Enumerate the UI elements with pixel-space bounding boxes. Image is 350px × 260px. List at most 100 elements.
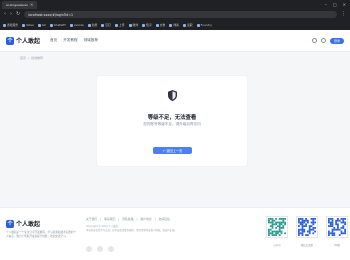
- bookmark-label: 上传: [118, 23, 125, 27]
- footer-link[interactable]: 隐私政策: [122, 217, 133, 221]
- bookmark-favicon-icon: [182, 23, 186, 27]
- nav-item-tutorials[interactable]: 开发教程: [63, 38, 77, 43]
- bookmark-item[interactable]: 博客: [169, 23, 179, 27]
- bookmark-favicon-icon: [196, 23, 200, 27]
- qq-icon[interactable]: [97, 246, 103, 252]
- qr-code-2: 微信交流群: [296, 216, 318, 247]
- tab-close-icon[interactable]: ×: [30, 2, 33, 7]
- main-nav: 首页 开发教程 领域推荐: [50, 38, 98, 43]
- minimize-icon[interactable]: –: [325, 2, 327, 7]
- bookmark-favicon-icon: [142, 23, 146, 27]
- qr-code-image: [296, 216, 318, 238]
- tab-title: ai.xinguaixuan: [6, 2, 29, 7]
- header-actions: 登录: [311, 37, 344, 44]
- login-button[interactable]: 登录: [329, 37, 344, 44]
- bookmark-favicon-icon: [22, 23, 26, 27]
- bookmark-item[interactable]: ChatGPT: [49, 23, 66, 27]
- nav-item-recommend[interactable]: 领域推荐: [84, 38, 98, 43]
- bookmark-item[interactable]: Gitea: [22, 23, 34, 27]
- window-controls: – □ ×: [325, 2, 350, 7]
- bookmark-favicon-icon: [169, 23, 173, 27]
- footer-link-separator: |: [136, 217, 138, 221]
- bookmark-label: 微博: [132, 23, 139, 27]
- browser-tab[interactable]: ai.xinguaixuan ×: [2, 0, 38, 9]
- bookmark-item[interactable]: Foundry: [196, 23, 212, 27]
- bookmark-label: Foundry: [200, 23, 212, 27]
- bookmark-label: ChatGPT: [53, 23, 66, 27]
- wechat-icon[interactable]: [86, 246, 92, 252]
- bookmark-item[interactable]: 新增: [87, 23, 98, 27]
- forward-icon[interactable]: ›: [10, 12, 12, 17]
- bookmark-label: 游戏服务: [7, 23, 19, 27]
- footer-social: [86, 246, 114, 252]
- bookmark-favicon-icon: [155, 23, 159, 27]
- browser-chrome: ai.xinguaixuan × – □ × ‹ › ↻ localhost:x…: [0, 0, 350, 30]
- footer-link-separator: |: [154, 217, 156, 221]
- qr-code-image: [326, 216, 348, 238]
- bookmark-favicon-icon: [87, 23, 91, 27]
- bookmark-favicon-icon: [37, 23, 41, 27]
- qr-code-image: [266, 216, 288, 238]
- tab-bar: ai.xinguaixuan × – □ ×: [0, 0, 350, 9]
- menu-icon[interactable]: ⋮: [341, 12, 346, 17]
- close-window-icon[interactable]: ×: [343, 2, 346, 7]
- bookmark-label: 博客: [173, 23, 179, 27]
- theme-icon[interactable]: [320, 38, 326, 43]
- breadcrumb-separator: /: [28, 56, 30, 60]
- bookmark-label: Git: [41, 23, 46, 27]
- bookmark-label: vscode: [73, 23, 84, 27]
- footer-copyright: Copyright © 2024 个人敢起 本站内容仅供学习交流，如有侵权请联系…: [86, 225, 236, 232]
- shield-lock-icon: [168, 90, 177, 101]
- url-field[interactable]: localhost:xxxx/#/login?id=1: [24, 11, 337, 18]
- breadcrumb-home[interactable]: 首页: [20, 56, 26, 60]
- bookmark-item[interactable]: 微博: [128, 23, 139, 27]
- footer-description: 个人敢起是一个专注分享开发教程、学习资源和技术实践的个人站点，致力于帮助开发者提…: [6, 231, 77, 238]
- footer-logo[interactable]: 个 个人敢起: [6, 219, 40, 228]
- footer-link[interactable]: 联系我们: [104, 217, 115, 221]
- site-footer: 个 个人敢起 个人敢起是一个专注分享开发教程、学习资源和技术实践的个人站点，致力…: [0, 207, 350, 260]
- breadcrumb-current: 领域推荐: [31, 56, 44, 60]
- qr-caption: QQ群: [333, 244, 341, 247]
- bookmark-item[interactable]: 知乎: [142, 23, 152, 27]
- nav-item-home[interactable]: 首页: [50, 38, 57, 43]
- bookmark-label: 知乎: [146, 23, 152, 27]
- bookmark-item[interactable]: vscode: [69, 23, 84, 27]
- back-button[interactable]: ← 返回上一页: [153, 147, 192, 154]
- footer-link[interactable]: 关于我们: [86, 217, 97, 221]
- qr-caption: 公众号: [273, 244, 281, 247]
- footer-logo-text: 个人敢起: [16, 221, 41, 228]
- bookmark-item[interactable]: Git: [37, 23, 46, 27]
- maximize-icon[interactable]: □: [333, 2, 337, 7]
- email-icon[interactable]: [108, 246, 114, 252]
- arrow-left-icon: ←: [162, 148, 166, 153]
- footer-link[interactable]: 用户协议: [140, 217, 151, 221]
- logo-text: 个人敢起: [16, 38, 41, 45]
- address-bar: ‹ › ↻ localhost:xxxx/#/login?id=1 ⋮: [0, 9, 350, 20]
- logo-mark: 个: [6, 36, 14, 45]
- qr-code-3: QQ群: [326, 216, 348, 247]
- bookmark-item[interactable]: 钉钉: [101, 23, 111, 27]
- bookmark-item[interactable]: 上传: [114, 23, 125, 27]
- site-logo[interactable]: 个 个人敢起: [6, 36, 40, 45]
- bookmark-item[interactable]: 读取: [182, 23, 193, 27]
- icp-text: 本站内容仅供学习交流，如有侵权请联系删除，所有资源均来源于网络，请支持正版。: [86, 228, 177, 232]
- bookmark-item[interactable]: 游戏服务: [3, 23, 18, 27]
- footer-logo-mark: 个: [6, 219, 14, 228]
- bookmark-label: 钉钉: [105, 23, 111, 27]
- qr-code-1: 公众号: [266, 216, 288, 247]
- footer-link[interactable]: 友情链接: [159, 217, 170, 221]
- qr-caption: 微信交流群: [301, 244, 313, 247]
- card-description: 您的账号等级不足，请升级后再访问: [143, 122, 201, 126]
- site-header: 个 个人敢起 首页 开发教程 领域推荐 登录: [0, 30, 350, 52]
- back-icon[interactable]: ‹: [4, 12, 6, 17]
- bookmark-label: 新增: [91, 23, 98, 27]
- bookmark-label: 读取: [186, 23, 193, 27]
- bookmark-label: 文章: [159, 23, 166, 27]
- search-icon[interactable]: [311, 38, 317, 43]
- reload-icon[interactable]: ↻: [16, 12, 20, 17]
- bookmark-item[interactable]: 文章: [155, 23, 166, 27]
- footer-links: 关于我们 | 联系我们 | 隐私政策 | 用户协议 | 友情链接: [86, 217, 170, 221]
- bookmarks-bar: 游戏服务 Gitea Git ChatGPT vscode 新增 钉钉 上传 微博 知乎 文章 博客 读…: [0, 20, 350, 30]
- footer-link-separator: |: [100, 217, 102, 221]
- bookmark-favicon-icon: [49, 23, 53, 27]
